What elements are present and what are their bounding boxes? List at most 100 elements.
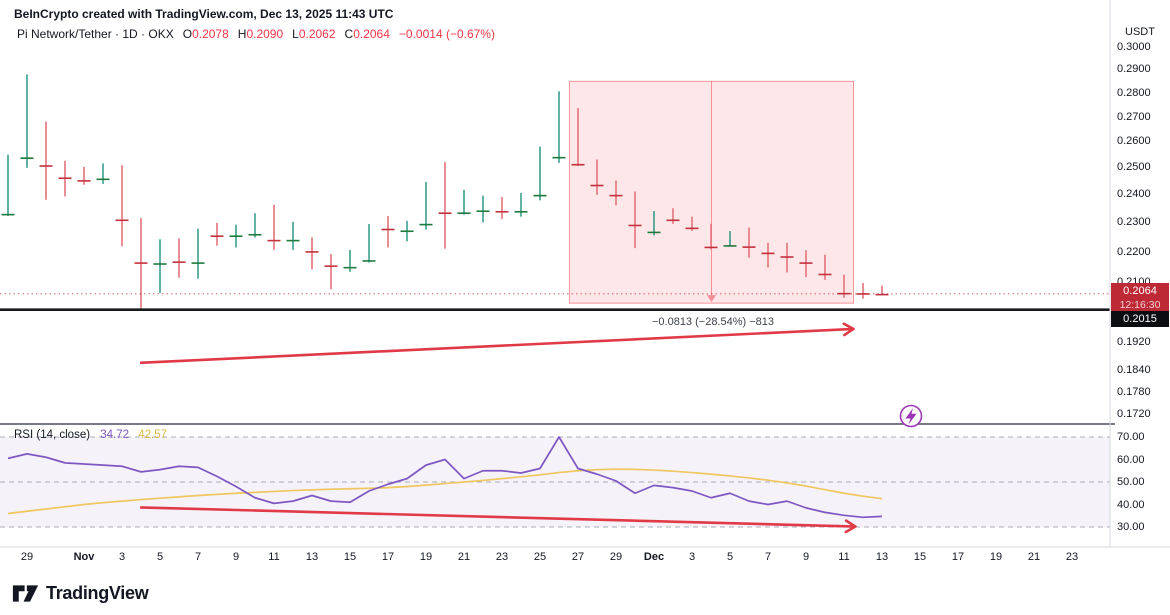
time-tick-label: 19 bbox=[990, 551, 1002, 563]
tradingview-logo-text: TradingView bbox=[46, 583, 148, 604]
rsi-legend[interactable]: RSI (14, close) 34.72 42.57 bbox=[14, 429, 167, 441]
bar-countdown: 12:16:30 bbox=[1111, 298, 1169, 312]
time-tick-label: 23 bbox=[1066, 551, 1078, 563]
price-tick-label: 0.2700 bbox=[1117, 111, 1151, 123]
candle-body bbox=[2, 214, 15, 216]
change-value: −0.0014 (−0.67%) bbox=[399, 27, 495, 41]
time-tick-label: 5 bbox=[157, 551, 163, 563]
candle-body bbox=[838, 293, 851, 295]
tradingview-logo-icon bbox=[12, 584, 39, 603]
candle-body bbox=[762, 253, 775, 255]
price-tick-label: 0.3000 bbox=[1117, 41, 1151, 53]
price-tick-label: 0.2300 bbox=[1117, 216, 1151, 228]
candle-body bbox=[192, 262, 205, 264]
price-tick-label: 0.1920 bbox=[1117, 336, 1151, 348]
candle-body bbox=[401, 230, 414, 232]
candle-body bbox=[515, 211, 528, 213]
price-tick-label: 0.1840 bbox=[1117, 364, 1151, 376]
candle-body bbox=[648, 232, 661, 234]
attribution-text: BeInCrypto created with TradingView.com,… bbox=[14, 7, 393, 21]
price-tick-label: 0.2900 bbox=[1117, 63, 1151, 75]
time-tick-label: 25 bbox=[534, 551, 546, 563]
time-tick-label: 13 bbox=[306, 551, 318, 563]
time-tick-label: 17 bbox=[952, 551, 964, 563]
candle-body bbox=[629, 225, 642, 227]
time-tick-label: 15 bbox=[914, 551, 926, 563]
price-tick-label: 0.2200 bbox=[1117, 246, 1151, 258]
time-tick-label: 5 bbox=[727, 551, 733, 563]
candle-body bbox=[306, 251, 319, 253]
candle-body bbox=[268, 240, 281, 242]
candle-body bbox=[610, 195, 623, 197]
candle-body bbox=[496, 211, 509, 213]
time-tick-label: 17 bbox=[382, 551, 394, 563]
tradingview-chart-window: BeInCrypto created with TradingView.com,… bbox=[0, 0, 1170, 615]
ohlc-c: C0.2064 bbox=[345, 27, 390, 41]
time-tick-label: Nov bbox=[74, 551, 95, 563]
rsi-ma-value: 42.57 bbox=[138, 429, 167, 441]
time-tick-label: 11 bbox=[268, 551, 279, 563]
candle-body bbox=[724, 245, 737, 247]
candle-body bbox=[819, 274, 832, 276]
candle-body bbox=[116, 220, 129, 222]
chart-canvas[interactable] bbox=[0, 0, 1170, 615]
candle-body bbox=[325, 265, 338, 267]
candle-body bbox=[781, 256, 794, 258]
ohlc-o: O0.2078 bbox=[183, 27, 229, 41]
time-tick-label: 13 bbox=[876, 551, 888, 563]
rsi-tick-label: 60.00 bbox=[1117, 454, 1145, 466]
time-tick-label: 15 bbox=[344, 551, 356, 563]
ohlc-l: L0.2062 bbox=[292, 27, 335, 41]
candle-body bbox=[477, 210, 490, 212]
candle-body bbox=[249, 234, 262, 236]
horizontal-line-badge: 0.2015 bbox=[1111, 311, 1169, 327]
time-tick-label: Dec bbox=[644, 551, 664, 563]
candle-body bbox=[857, 293, 870, 295]
last-price-value: 0.2064 bbox=[1111, 284, 1169, 298]
candle-body bbox=[591, 185, 604, 187]
symbol-title[interactable]: Pi Network/Tether · 1D · OKX bbox=[17, 27, 174, 41]
price-tick-label: 0.2800 bbox=[1117, 87, 1151, 99]
ohlc-h: H0.2090 bbox=[238, 27, 283, 41]
price-axis-unit: USDT bbox=[1110, 26, 1170, 38]
rsi-tick-label: 30.00 bbox=[1117, 521, 1145, 533]
candle-body bbox=[59, 177, 72, 179]
candle-body bbox=[458, 212, 471, 214]
candle-body bbox=[97, 179, 110, 181]
candle-body bbox=[686, 228, 699, 230]
last-price-badge: 0.2064 12:16:30 bbox=[1111, 283, 1169, 313]
candle-body bbox=[363, 260, 376, 262]
candle-body bbox=[534, 195, 547, 197]
candle-body bbox=[800, 262, 813, 264]
price-trend-arrow[interactable] bbox=[140, 329, 853, 363]
time-tick-label: 7 bbox=[195, 551, 201, 563]
price-tick-label: 0.1720 bbox=[1117, 408, 1151, 420]
time-tick-label: 3 bbox=[689, 551, 695, 563]
candle-body bbox=[211, 235, 224, 237]
rsi-tick-label: 50.00 bbox=[1117, 476, 1145, 488]
time-tick-label: 29 bbox=[610, 551, 622, 563]
candle-body bbox=[420, 224, 433, 226]
price-tick-label: 0.2400 bbox=[1117, 188, 1151, 200]
candle-body bbox=[173, 261, 186, 263]
price-tick-label: 0.2600 bbox=[1117, 135, 1151, 147]
symbol-legend[interactable]: Pi Network/Tether · 1D · OKX O0.2078 H0.2… bbox=[17, 27, 495, 41]
candle-body bbox=[743, 246, 756, 248]
tradingview-branding[interactable]: TradingView bbox=[12, 583, 148, 604]
price-tick-label: 0.1780 bbox=[1117, 386, 1151, 398]
rsi-indicator-name[interactable]: RSI (14, close) bbox=[14, 429, 90, 441]
rsi-tick-label: 40.00 bbox=[1117, 499, 1145, 511]
candle-body bbox=[287, 240, 300, 242]
candle-body bbox=[382, 229, 395, 231]
candle-body bbox=[135, 262, 148, 264]
time-tick-label: 21 bbox=[458, 551, 470, 563]
candle-body bbox=[78, 180, 91, 182]
candle-body bbox=[40, 165, 53, 167]
time-tick-label: 9 bbox=[233, 551, 239, 563]
candle-body bbox=[553, 157, 566, 159]
time-tick-label: 7 bbox=[765, 551, 771, 563]
candle-body bbox=[572, 164, 585, 166]
candle-body bbox=[21, 157, 34, 159]
candle-body bbox=[344, 267, 357, 269]
time-tick-label: 3 bbox=[119, 551, 125, 563]
